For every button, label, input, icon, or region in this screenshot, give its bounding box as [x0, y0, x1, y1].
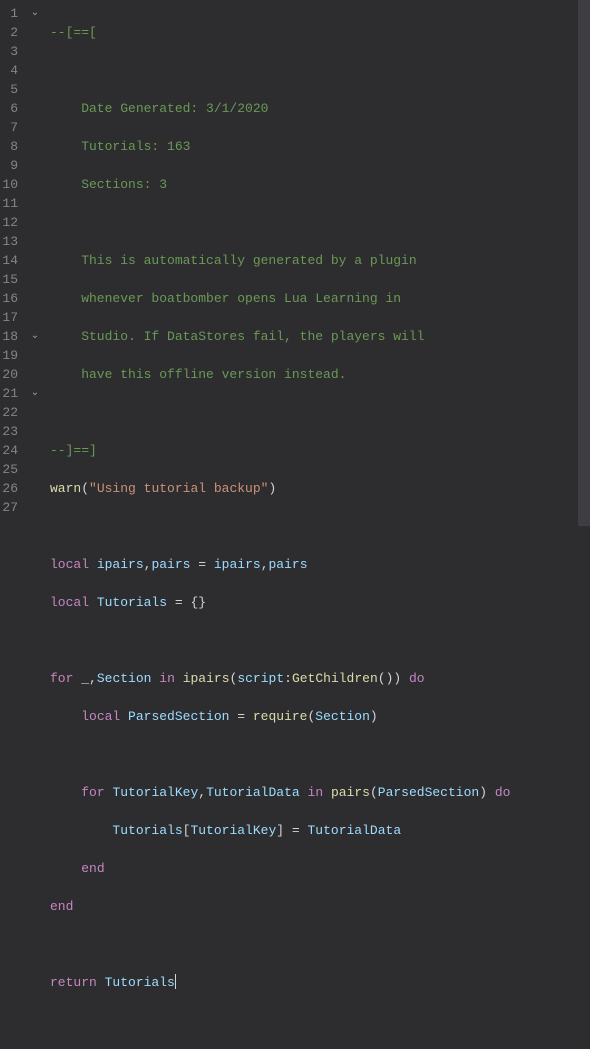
line-number: 19 [0, 346, 20, 365]
line-number: 16 [0, 289, 20, 308]
comment: --[==[ [50, 25, 97, 40]
identifier: TutorialKey [112, 785, 198, 800]
comment: Sections: 3 [50, 177, 167, 192]
line-number: 10 [0, 175, 20, 194]
line-number: 5 [0, 80, 20, 99]
keyword: local [50, 595, 89, 610]
function-call: require [253, 709, 308, 724]
keyword: in [308, 785, 324, 800]
line-number: 13 [0, 232, 20, 251]
keyword: for [81, 785, 104, 800]
line-number: 15 [0, 270, 20, 289]
identifier: script [237, 671, 284, 686]
comment: Tutorials: 163 [50, 139, 190, 154]
keyword: end [81, 861, 104, 876]
line-number: 23 [0, 422, 20, 441]
line-number: 7 [0, 118, 20, 137]
line-number: 21 [0, 384, 20, 403]
identifier: Section [97, 671, 152, 686]
line-number: 27 [0, 498, 20, 517]
fold-toggle-icon[interactable]: ⌄ [28, 384, 42, 403]
keyword: do [409, 671, 425, 686]
identifier: ipairs [214, 557, 261, 572]
comment: Studio. If DataStores fail, the players … [50, 329, 424, 344]
line-number: 1 [0, 4, 20, 23]
comment: whenever boatbomber opens Lua Learning i… [50, 291, 401, 306]
function-call: warn [50, 481, 81, 496]
line-number: 12 [0, 213, 20, 232]
line-number: 9 [0, 156, 20, 175]
identifier: pairs [269, 557, 308, 572]
keyword: end [50, 899, 73, 914]
identifier: Tutorials [112, 823, 182, 838]
identifier: ParsedSection [378, 785, 479, 800]
identifier: ipairs [97, 557, 144, 572]
line-number: 18 [0, 327, 20, 346]
line-number: 17 [0, 308, 20, 327]
comment: Date Generated: 3/1/2020 [50, 101, 268, 116]
line-number: 3 [0, 42, 20, 61]
identifier: ParsedSection [128, 709, 229, 724]
comment: have this offline version instead. [50, 367, 346, 382]
function-call: ipairs [183, 671, 230, 686]
line-number: 26 [0, 479, 20, 498]
keyword: return [50, 975, 97, 990]
line-number: 2 [0, 23, 20, 42]
comment: --]==] [50, 443, 97, 458]
keyword: local [81, 709, 120, 724]
identifier: Tutorials [105, 975, 175, 990]
fold-toggle-icon[interactable]: ⌄ [28, 4, 42, 23]
line-number: 4 [0, 61, 20, 80]
comment: This is automatically generated by a plu… [50, 253, 417, 268]
identifier: TutorialData [308, 823, 402, 838]
keyword: in [159, 671, 175, 686]
line-number: 20 [0, 365, 20, 384]
line-number-gutter: 1 2 3 4 5 6 7 8 9 10 11 12 13 14 15 16 1… [0, 0, 28, 526]
line-number: 25 [0, 460, 20, 479]
line-number: 6 [0, 99, 20, 118]
line-number: 11 [0, 194, 20, 213]
function-call: pairs [331, 785, 370, 800]
identifier: TutorialData [206, 785, 300, 800]
keyword: do [495, 785, 511, 800]
fold-toggle-icon[interactable]: ⌄ [28, 327, 42, 346]
identifier: TutorialKey [190, 823, 276, 838]
keyword: for [50, 671, 73, 686]
fold-gutter: ⌄ ⌄ ⌄ [28, 0, 42, 526]
identifier: pairs [151, 557, 190, 572]
code-editor[interactable]: --[==[ Date Generated: 3/1/2020 Tutorial… [42, 0, 578, 526]
identifier: Section [315, 709, 370, 724]
string-literal: "Using tutorial backup" [89, 481, 268, 496]
line-number: 8 [0, 137, 20, 156]
line-number: 22 [0, 403, 20, 422]
identifier: Tutorials [97, 595, 167, 610]
line-number: 14 [0, 251, 20, 270]
line-number: 24 [0, 441, 20, 460]
keyword: local [50, 557, 89, 572]
vertical-scrollbar[interactable] [578, 0, 590, 526]
method-call: GetChildren [292, 671, 378, 686]
text-cursor [175, 974, 176, 989]
